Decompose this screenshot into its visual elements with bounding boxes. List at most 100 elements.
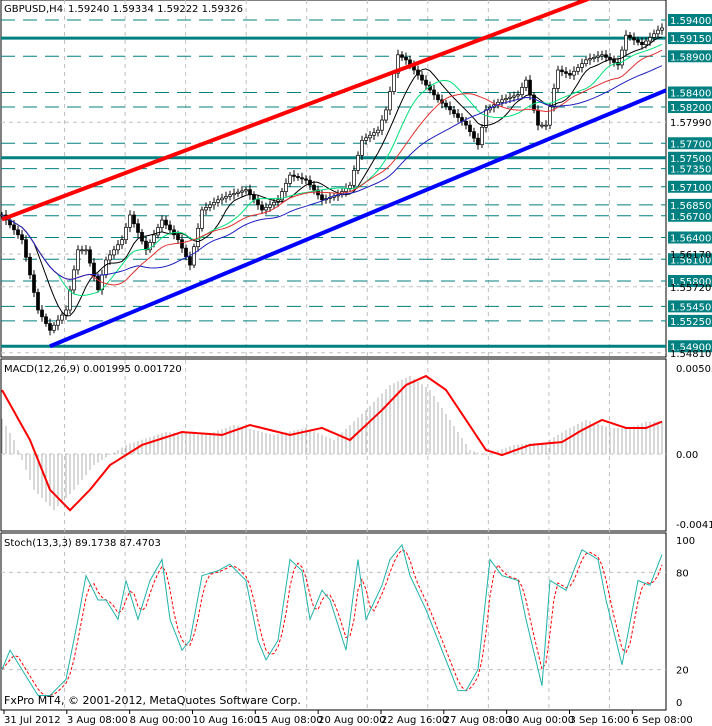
candle-body	[376, 129, 380, 134]
candle-body	[476, 137, 480, 146]
candle-body	[384, 109, 388, 121]
candle-body	[432, 89, 436, 96]
price-grid-label: 1.56170	[670, 250, 711, 261]
candle-body	[144, 240, 148, 251]
macd-axis-label: 0.00	[676, 450, 698, 461]
candle-body	[648, 37, 652, 42]
candle-body	[228, 194, 232, 197]
candle-body	[124, 227, 128, 241]
candle-body	[48, 323, 52, 331]
candle-body	[372, 132, 376, 136]
candle-body	[624, 34, 628, 51]
price-level-label: 1.57100	[670, 183, 711, 194]
price-level-label: 1.55250	[670, 317, 711, 328]
candle-body	[644, 40, 648, 46]
candle-body	[604, 54, 608, 58]
candle-body	[260, 204, 264, 211]
candle-body	[52, 324, 56, 331]
candle-body	[104, 259, 108, 276]
candle-body	[160, 219, 164, 228]
header-symbol: GBPUSD,H4	[4, 4, 64, 15]
candle-body	[516, 94, 520, 97]
candle-body	[656, 29, 660, 35]
candle-body	[592, 56, 596, 59]
candle-body	[564, 71, 568, 74]
price-level-label: 1.57700	[670, 139, 711, 150]
stoch-axis-label: 0	[676, 698, 682, 709]
candle-body	[168, 224, 172, 231]
candle-body	[464, 120, 468, 126]
candle-body	[356, 154, 360, 171]
candle-body	[36, 292, 40, 311]
candle-body	[584, 59, 588, 65]
candle-body	[272, 201, 276, 206]
candle-body	[44, 316, 48, 324]
candle-body	[544, 124, 548, 127]
time-axis-label: 3 Aug 08:00	[67, 715, 128, 726]
chart-canvas[interactable]: 1.59400 1.59150 1.58900 1.58400 1.58200 1.577…	[0, 0, 712, 726]
candle-body	[588, 58, 592, 61]
candle-body	[136, 223, 140, 233]
candle-body	[220, 197, 224, 201]
candle-body	[24, 239, 28, 258]
price-level-label: 1.56700	[670, 212, 711, 223]
candle-body	[472, 131, 476, 139]
candle-body	[200, 209, 204, 229]
candle-body	[80, 249, 84, 252]
candle-body	[76, 249, 80, 271]
candle-body	[204, 207, 208, 211]
stoch-main-line	[1, 543, 663, 697]
stoch-signal-line	[1, 549, 663, 697]
price-level-label: 1.56400	[670, 234, 711, 245]
candle-body	[68, 289, 72, 311]
candle-body	[596, 55, 600, 58]
candle-body	[256, 199, 260, 206]
candle-body	[532, 94, 536, 111]
candle-body	[88, 249, 92, 264]
candle-body	[268, 204, 272, 208]
candle-body	[612, 59, 616, 63]
time-axis-label: 20 Aug 00:00	[318, 715, 385, 726]
candle-body	[96, 276, 100, 291]
candle-body	[424, 79, 428, 86]
candle-body	[232, 193, 236, 196]
candle-body	[572, 70, 576, 76]
time-axis-label: 8 Aug 00:00	[130, 715, 191, 726]
candle-body	[560, 69, 564, 73]
candle-body	[120, 239, 124, 246]
mt4-chart-window: 1.59400 1.59150 1.58900 1.58400 1.58200 1.577…	[0, 0, 712, 726]
time-axis-label: 30 Aug 00:00	[507, 715, 574, 726]
candle-body	[236, 191, 240, 194]
candle-body	[156, 227, 160, 236]
candle-body	[404, 56, 408, 61]
ma-red	[1, 49, 663, 286]
candle-body	[108, 254, 112, 261]
candle-body	[192, 246, 196, 266]
candle-body	[72, 269, 76, 291]
candle-body	[112, 249, 116, 256]
candle-body	[352, 169, 356, 186]
price-level-label: 1.59150	[670, 34, 711, 45]
candle-body	[632, 37, 636, 41]
price-grid-label: 1.57990	[670, 118, 711, 129]
candle-body	[28, 256, 32, 276]
candle-body	[400, 54, 404, 58]
candle-body	[456, 113, 460, 118]
ma-black	[1, 36, 663, 317]
candle-body	[240, 190, 244, 193]
candle-body	[600, 54, 604, 57]
stoch-axis-label: 20	[676, 666, 689, 677]
candle-body	[16, 229, 20, 236]
candle-body	[320, 194, 324, 201]
trendline-support	[49, 88, 667, 349]
candle-body	[628, 34, 632, 38]
candle-body	[244, 189, 248, 192]
header-ohlc: 1.59240 1.59334 1.59222 1.59326	[68, 4, 243, 15]
stoch-axis-label: 80	[676, 568, 689, 579]
ma-green	[1, 43, 663, 297]
copyright: FxPro MT4, © 2001-2012, MetaQuotes Softw…	[4, 694, 301, 707]
price-grid-label: 1.55720	[670, 283, 711, 294]
stoch-label: Stoch(13,3,3) 89.1738 87.4703	[4, 538, 161, 549]
candle-body	[508, 96, 512, 99]
candle-body	[12, 224, 16, 231]
